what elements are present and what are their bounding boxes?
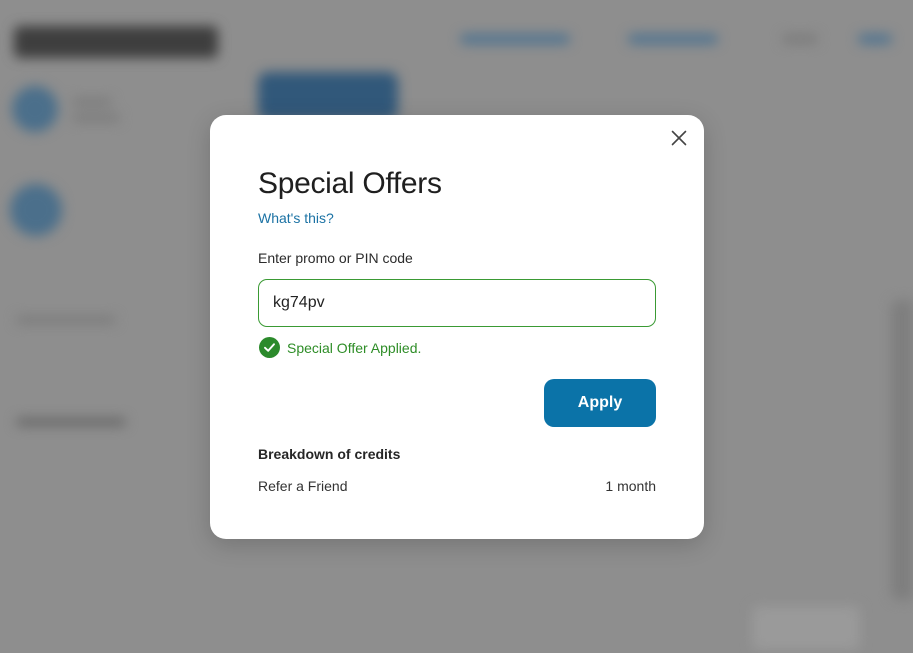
promo-code-input[interactable] [258,279,656,327]
background-nav-item [782,34,818,44]
background-text [16,316,116,324]
background-text [16,418,126,426]
credit-label: Refer a Friend [258,478,348,494]
credit-value: 1 month [605,478,656,494]
background-text [72,98,112,106]
background-button [258,72,398,120]
background-text [72,114,120,122]
background-nav-item [858,34,892,44]
apply-button[interactable]: Apply [544,379,656,427]
credit-row: Refer a Friend 1 month [258,478,656,494]
breakdown-title: Breakdown of credits [258,446,401,462]
success-message: Special Offer Applied. [259,337,421,358]
special-offers-modal: Special Offers What's this? Enter promo … [210,115,704,539]
modal-title: Special Offers [258,167,442,200]
promo-field-label: Enter promo or PIN code [258,250,413,266]
whats-this-link[interactable]: What's this? [258,210,334,226]
success-text: Special Offer Applied. [287,339,422,356]
background-nav-item [628,34,718,44]
background-logo [14,26,218,58]
close-button[interactable] [668,129,690,151]
background-avatar [10,184,62,236]
close-icon[interactable] [671,130,687,151]
background-block [752,606,860,650]
background-avatar [12,86,58,132]
background-nav-item [460,34,570,44]
background-card [891,300,913,600]
checkmark-circle-icon [259,337,280,358]
